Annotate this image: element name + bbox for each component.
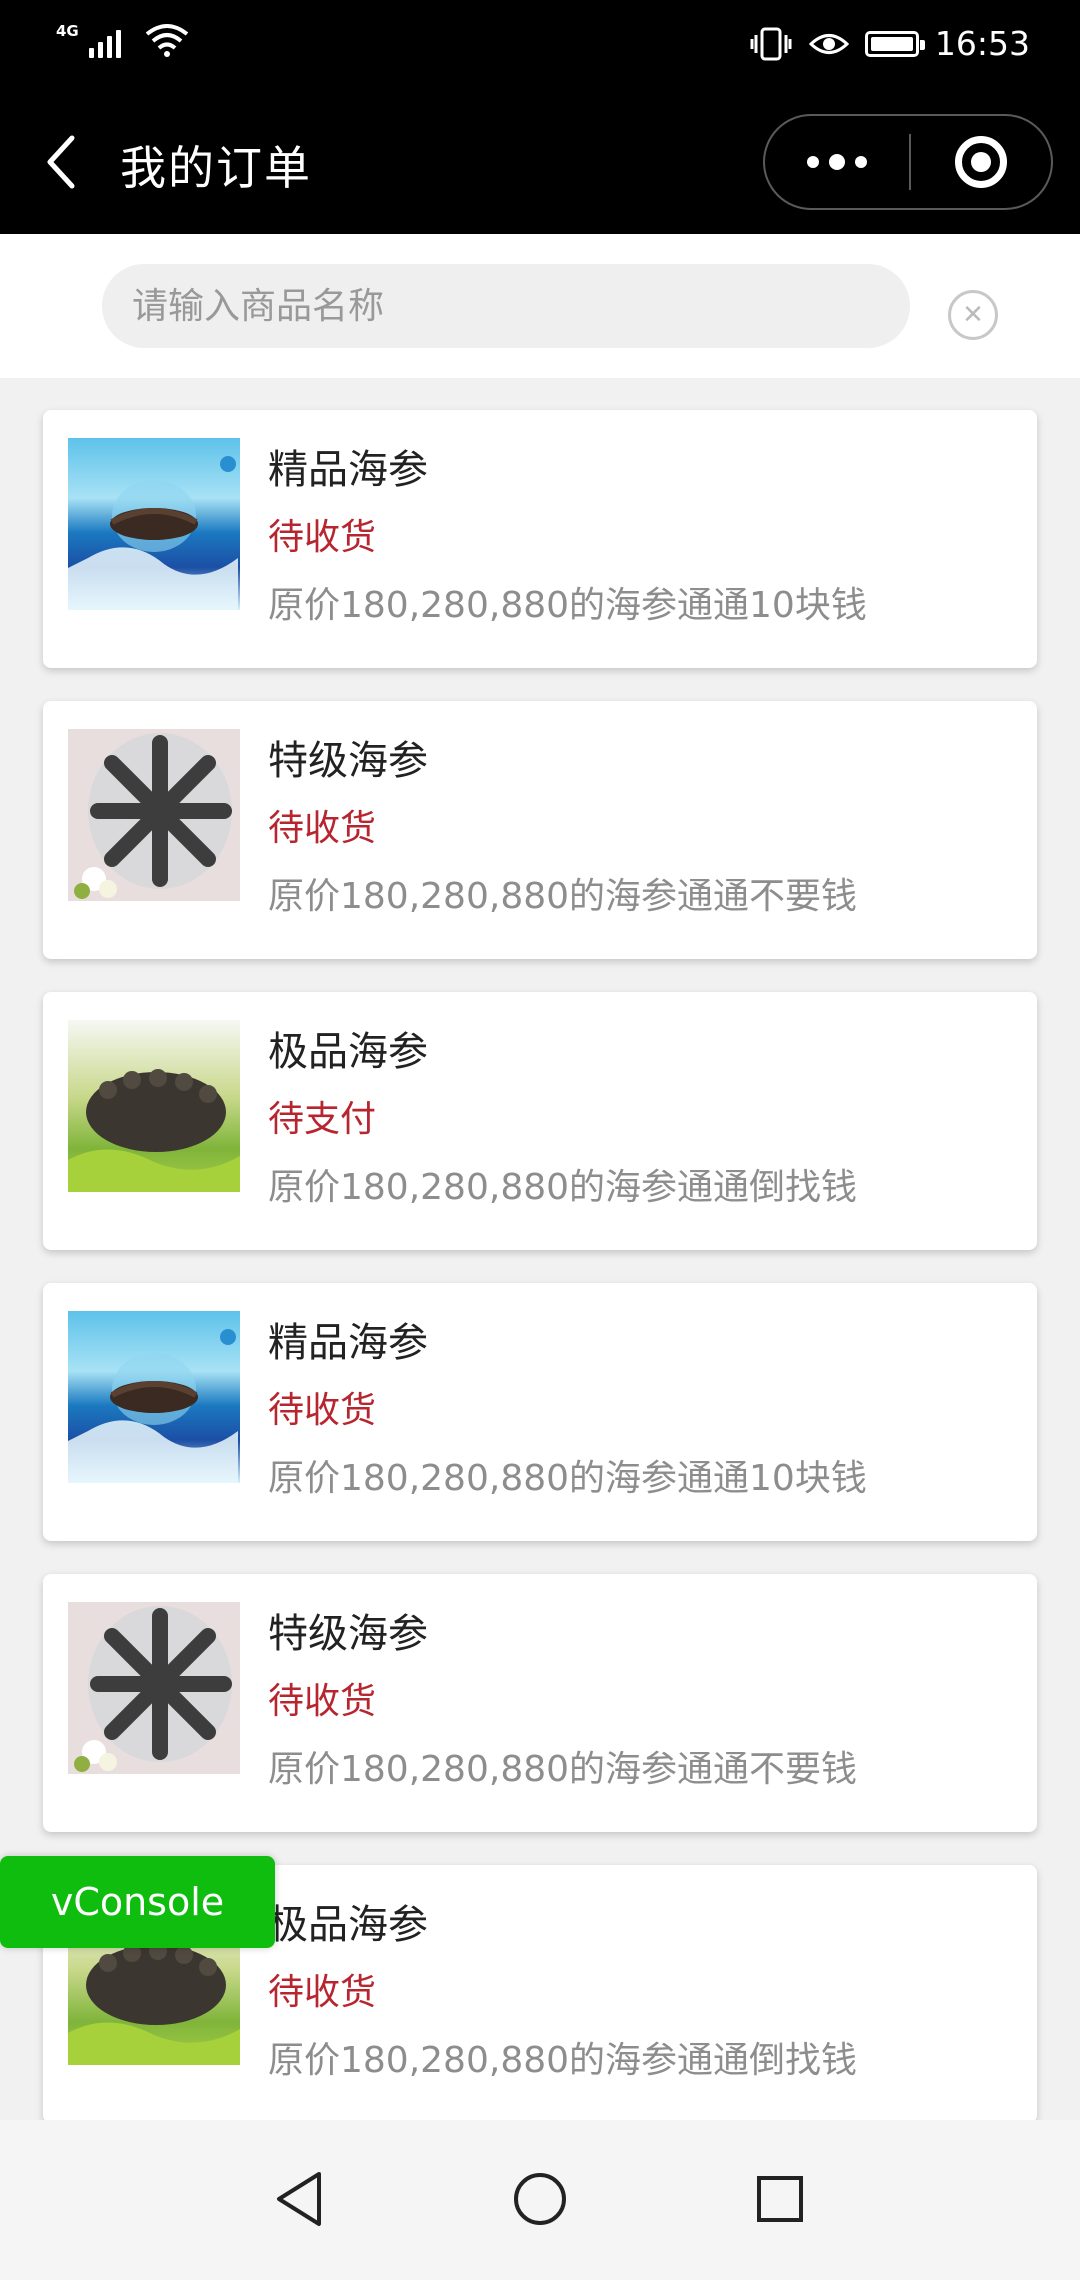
order-status: 待收货	[268, 1972, 377, 2013]
status-right: 16:53	[749, 24, 1030, 63]
product-image	[68, 438, 240, 610]
order-status: 待收货	[268, 1390, 377, 1431]
square-recent-icon[interactable]	[745, 2164, 815, 2234]
product-name: 精品海参	[268, 447, 428, 493]
order-status: 待收货	[268, 808, 377, 849]
more-dots-icon[interactable]	[765, 116, 909, 208]
nav-bar: 我的订单	[0, 92, 1080, 234]
system-nav-bar	[0, 2120, 1080, 2280]
order-card[interactable]: 精品海参 待收货 原价180,280,880的海参通通10块钱	[43, 1283, 1037, 1541]
product-name: 特级海参	[268, 738, 428, 784]
product-desc: 原价180,280,880的海参通通不要钱	[268, 1749, 858, 1790]
product-name: 精品海参	[268, 1320, 428, 1366]
wifi-icon	[145, 22, 189, 58]
vibrate-icon	[750, 27, 792, 60]
order-card[interactable]: 极品海参 待支付 原价180,280,880的海参通通倒找钱	[43, 992, 1037, 1250]
product-desc: 原价180,280,880的海参通通倒找钱	[268, 1167, 858, 1208]
product-desc: 原价180,280,880的海参通通倒找钱	[268, 2040, 858, 2081]
target-icon[interactable]	[911, 136, 1051, 188]
mini-program-capsule	[763, 114, 1053, 210]
clock: 16:53	[934, 24, 1030, 63]
status-left: 4G	[56, 22, 189, 58]
product-image	[68, 1311, 240, 1483]
search-bar: ✕	[0, 234, 1080, 378]
product-image	[68, 729, 240, 901]
product-image	[68, 1602, 240, 1774]
circle-home-icon[interactable]	[505, 2164, 575, 2234]
order-card[interactable]: 精品海参 待收货 原价180,280,880的海参通通10块钱	[43, 410, 1037, 668]
product-desc: 原价180,280,880的海参通通10块钱	[268, 1458, 867, 1499]
triangle-back-icon[interactable]	[265, 2164, 335, 2234]
order-status: 待支付	[268, 1099, 377, 1140]
product-desc: 原价180,280,880的海参通通10块钱	[268, 585, 867, 626]
status-bar: 4G 16:53	[0, 0, 1080, 92]
order-card[interactable]: 特级海参 待收货 原价180,280,880的海参通通不要钱	[43, 701, 1037, 959]
search-input[interactable]	[102, 264, 910, 348]
product-image	[68, 1020, 240, 1192]
chevron-left-icon[interactable]	[40, 132, 90, 192]
page-title: 我的订单	[120, 141, 312, 195]
clear-x-icon[interactable]: ✕	[948, 290, 998, 340]
product-desc: 原价180,280,880的海参通通不要钱	[268, 876, 858, 917]
product-name: 极品海参	[268, 1902, 428, 1948]
vconsole-button[interactable]: vConsole	[0, 1856, 275, 1948]
eye-icon	[808, 33, 849, 54]
battery-icon	[864, 30, 925, 57]
order-status: 待收货	[268, 517, 377, 558]
signal-icon	[88, 30, 121, 58]
product-name: 极品海参	[268, 1029, 428, 1075]
product-name: 特级海参	[268, 1611, 428, 1657]
order-card[interactable]: 特级海参 待收货 原价180,280,880的海参通通不要钱	[43, 1574, 1037, 1832]
order-status: 待收货	[268, 1681, 377, 1722]
network-type: 4G	[56, 22, 79, 40]
